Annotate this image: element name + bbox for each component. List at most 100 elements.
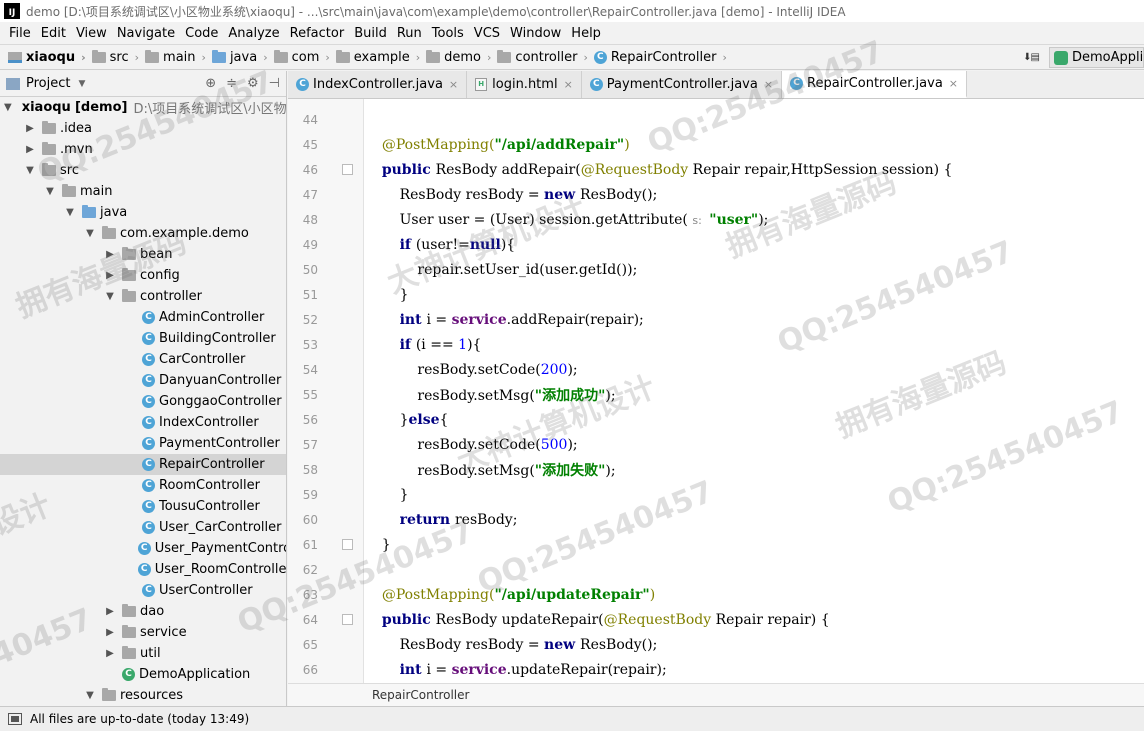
code-line[interactable]: 56 }else{ [288,407,1144,432]
code-line[interactable]: 51 } [288,282,1144,307]
menu-window[interactable]: Window [505,26,566,41]
tree-item-danyuancontroller[interactable]: ▶CDanyuanController [0,370,286,391]
tree-item-src[interactable]: ▼ src [0,160,286,181]
breadcrumb-demo[interactable]: demo › [426,49,491,65]
tree-item-java[interactable]: ▼ java [0,202,286,223]
chevron-down-icon[interactable]: ▼ [84,690,96,701]
code-line[interactable]: 49 if (user!=null){ [288,232,1144,257]
sort-icon[interactable]: ⬇▤ [1023,52,1040,63]
tree-item-user-carcontroller[interactable]: ▶CUser_CarController [0,517,286,538]
tree-item-admincontroller[interactable]: ▶CAdminController [0,307,286,328]
tree-item-usercontroller[interactable]: ▶CUserController [0,580,286,601]
code-line[interactable]: 46 public ResBody addRepair(@RequestBody… [288,157,1144,182]
tree-item-demoapplication[interactable]: ▶CDemoApplication [0,664,286,685]
breadcrumb-java[interactable]: java › [211,49,268,65]
tree-item-config[interactable]: ▶ config [0,265,286,286]
breadcrumb-example[interactable]: example › [335,49,420,65]
menu-help[interactable]: Help [566,26,606,41]
tree-item-util[interactable]: ▶ util [0,643,286,664]
collapse-all-icon[interactable]: ≑ [226,76,237,91]
chevron-down-icon[interactable]: ▼ [78,79,85,89]
chevron-down-icon[interactable]: ▼ [104,291,116,302]
editor-breadcrumb[interactable]: RepairController [288,683,1144,706]
code-line[interactable]: 60 return resBody; [288,507,1144,532]
chevron-right-icon[interactable]: ▶ [104,249,116,260]
menu-code[interactable]: Code [180,26,223,41]
tree-item-service[interactable]: ▶ service [0,622,286,643]
menu-run[interactable]: Run [392,26,427,41]
code-line[interactable]: 65 ResBody resBody = new ResBody(); [288,632,1144,657]
tree-item-idea[interactable]: ▶ .idea [0,118,286,139]
tool-windows-icon[interactable] [8,713,22,725]
close-icon[interactable]: × [949,77,958,90]
code-line[interactable]: 61 } [288,532,1144,557]
breadcrumb-controller[interactable]: controller › [497,49,588,65]
menu-navigate[interactable]: Navigate [112,26,180,41]
code-area[interactable]: 44 45 @PostMapping("/api/addRepair") 46 pu… [288,99,1144,683]
code-line[interactable]: 48 User user = (User) session.getAttribu… [288,207,1144,232]
close-icon[interactable]: × [564,78,573,91]
fold-marker-icon[interactable] [342,613,353,625]
code-line[interactable]: 50 repair.setUser_id(user.getId()); [288,257,1144,282]
tree-item-roomcontroller[interactable]: ▶CRoomController [0,475,286,496]
run-configuration-select[interactable]: DemoApplication [1049,47,1144,68]
tree-item-main[interactable]: ▼ main [0,181,286,202]
tree-item-carcontroller[interactable]: ▶CCarController [0,349,286,370]
tab-paymentcontroller-java[interactable]: C PaymentController.java × [581,71,783,98]
tree-item-paymentcontroller[interactable]: ▶CPaymentController [0,433,286,454]
chevron-right-icon[interactable]: ▶ [104,648,116,659]
tree-item-mvn[interactable]: ▶ .mvn [0,139,286,160]
code-line[interactable]: 64 public ResBody updateRepair(@RequestB… [288,607,1144,632]
chevron-down-icon[interactable]: ▼ [84,228,96,239]
tab-login-html[interactable]: Hlogin.html × [467,71,582,98]
tree-item-controller[interactable]: ▼ controller [0,286,286,307]
breadcrumb-repaircontroller[interactable]: C RepairController › [593,50,727,65]
locate-file-icon[interactable]: ⊕ [205,76,216,91]
fold-marker-icon[interactable] [342,163,353,175]
code-line[interactable]: 45 @PostMapping("/api/addRepair") [288,132,1144,157]
chevron-right-icon[interactable]: ▶ [24,123,36,134]
tree-item-user-roomcontroller[interactable]: ▶CUser_RoomController [0,559,286,580]
code-line[interactable]: 66 int i = service.updateRepair(repair); [288,657,1144,682]
menu-edit[interactable]: Edit [36,26,71,41]
tree-item-gonggaocontroller[interactable]: ▶CGonggaoController [0,391,286,412]
chevron-down-icon[interactable]: ▼ [44,186,56,197]
code-line[interactable]: 47 ResBody resBody = new ResBody(); [288,182,1144,207]
gear-icon[interactable]: ⚙ [247,76,259,91]
chevron-down-icon[interactable]: ▼ [24,165,36,176]
code-line[interactable]: 54 resBody.setCode(200); [288,357,1144,382]
tree-item-buildingcontroller[interactable]: ▶CBuildingController [0,328,286,349]
tree-item-user-paymentcontroll[interactable]: ▶CUser_PaymentControll [0,538,286,559]
menu-view[interactable]: View [71,26,112,41]
code-line[interactable]: 44 [288,107,1144,132]
tree-item-dao[interactable]: ▶ dao [0,601,286,622]
chevron-right-icon[interactable]: ▶ [104,270,116,281]
menu-refactor[interactable]: Refactor [285,26,350,41]
tree-root-xiaoqu[interactable]: ▼ xiaoqu [demo] D:\项目系统调试区\小区物业系统 [0,97,286,118]
fold-marker-icon[interactable] [342,538,353,550]
tab-indexcontroller-java[interactable]: C IndexController.java × [288,71,468,98]
breadcrumb-xiaoqu[interactable]: xiaoqu › [8,50,86,65]
chevron-right-icon[interactable]: ▶ [104,627,116,638]
tree-item-com-example-demo[interactable]: ▼ com.example.demo [0,223,286,244]
tree-item-indexcontroller[interactable]: ▶CIndexController [0,412,286,433]
close-icon[interactable]: × [764,78,773,91]
breadcrumb-src[interactable]: src › [91,49,139,65]
close-icon[interactable]: × [449,78,458,91]
menu-tools[interactable]: Tools [427,26,469,41]
code-line[interactable]: 63 @PostMapping("/api/updateRepair") [288,582,1144,607]
tree-item-resources[interactable]: ▼ resources [0,685,286,706]
code-line[interactable]: 52 int i = service.addRepair(repair); [288,307,1144,332]
breadcrumb-com[interactable]: com › [273,49,330,65]
code-line[interactable]: 55 resBody.setMsg("添加成功"); [288,382,1144,407]
tree-item-bean[interactable]: ▶ bean [0,244,286,265]
code-line[interactable]: 53 if (i == 1){ [288,332,1144,357]
chevron-right-icon[interactable]: ▶ [104,606,116,617]
tab-repaircontroller-java[interactable]: C RepairController.java × [782,71,968,98]
chevron-down-icon[interactable]: ▼ [64,207,76,218]
tree-item-repaircontroller[interactable]: ▶CRepairController [0,454,286,475]
menu-vcs[interactable]: VCS [469,26,505,41]
chevron-right-icon[interactable]: ▶ [24,144,36,155]
code-line[interactable]: 59 } [288,482,1144,507]
code-line[interactable]: 57 resBody.setCode(500); [288,432,1144,457]
